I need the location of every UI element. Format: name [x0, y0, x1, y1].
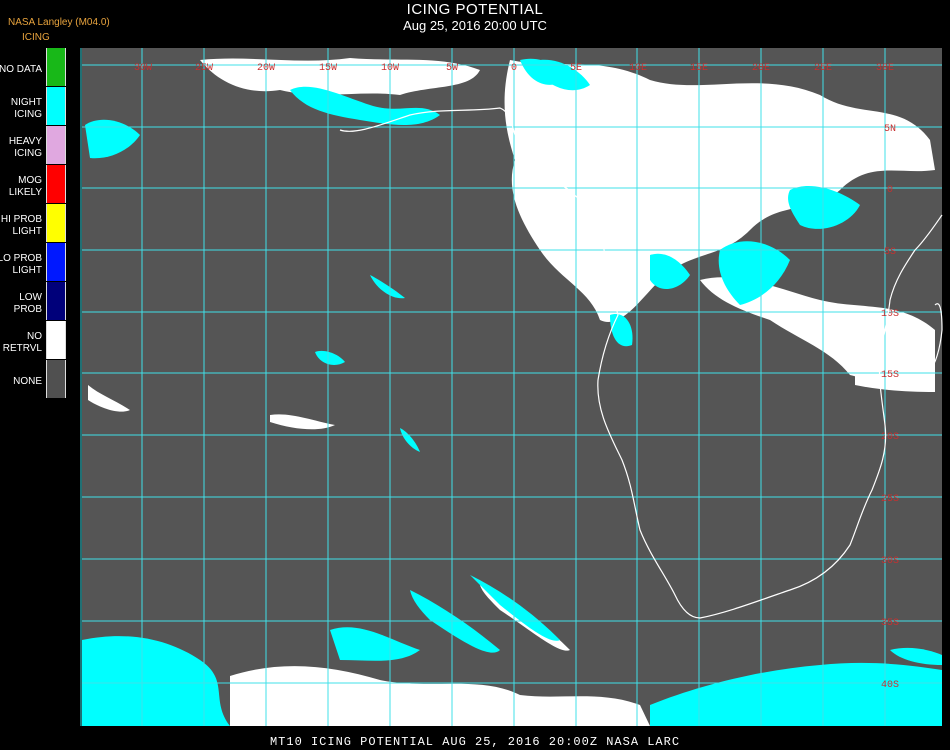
longitude-label: 20E [752, 63, 770, 74]
latitude-label: 40S [881, 680, 899, 691]
longitude-label: 15E [690, 63, 708, 74]
longitude-label: 30W [134, 63, 152, 74]
latitude-label: 30S [881, 556, 899, 567]
longitude-label: 10W [381, 63, 399, 74]
longitude-label: 25W [195, 63, 213, 74]
longitude-label: 15W [319, 63, 337, 74]
latitude-label: 25S [881, 494, 899, 505]
icing-map: 30W 25W 20W 15W 10W 5W 0 5E 10E 15E 20E 25E 30E 5N 0 5… [80, 48, 943, 726]
longitude-label: 10E [629, 63, 647, 74]
latitude-label: 5S [884, 247, 896, 258]
latitude-label: 5N [884, 124, 896, 135]
latitude-label: 35S [881, 618, 899, 629]
footer-caption: MT10 ICING POTENTIAL AUG 25, 2016 20:00Z… [269, 735, 681, 749]
latitude-label: 0 [887, 185, 893, 196]
latitude-label: 10S [881, 309, 899, 320]
longitude-label: 30E [876, 63, 894, 74]
latitude-label: 15S [881, 370, 899, 381]
longitude-label: 25E [814, 63, 832, 74]
longitude-label: 5E [570, 63, 582, 74]
longitude-label: 0 [511, 63, 517, 74]
latitude-label: 20S [881, 432, 899, 443]
longitude-label: 5W [446, 63, 458, 74]
longitude-label: 20W [257, 63, 275, 74]
